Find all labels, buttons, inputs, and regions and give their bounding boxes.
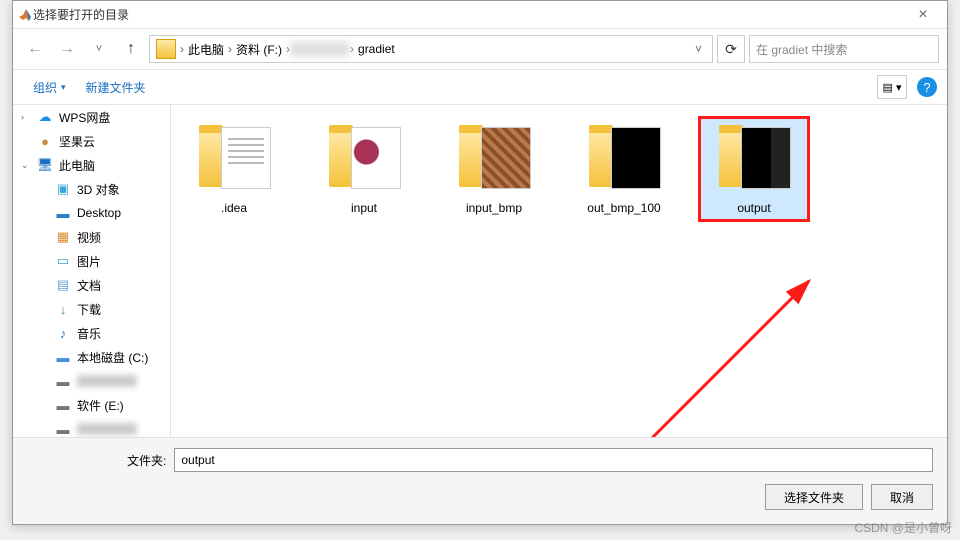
search-placeholder: 在 gradiet 中搜索 — [756, 41, 847, 58]
folder-label: input_bmp — [466, 201, 522, 215]
expand-icon: ⌄ — [21, 160, 31, 171]
folder-icon — [715, 123, 793, 195]
tree-icon: 🖥 — [37, 157, 53, 173]
annotation-arrow — [629, 261, 829, 437]
cancel-button[interactable]: 取消 — [871, 484, 933, 510]
sidebar-item-3[interactable]: ▣ 3D 对象 — [13, 177, 170, 201]
tree-icon: ☁ — [37, 109, 53, 125]
sidebar-item-8[interactable]: ↓ 下载 — [13, 297, 170, 321]
organize-button[interactable]: 组织 ▾ — [23, 75, 76, 100]
path-seg-blurred[interactable]: xxxxxx — [290, 42, 350, 56]
tree-label: 音乐 — [77, 325, 101, 342]
tree-label: WPS网盘 — [59, 109, 110, 126]
sidebar-item-0[interactable]: › ☁ WPS网盘 — [13, 105, 170, 129]
nav-row: ← → ˅ ↑ › 此电脑 › 资料 (F:) › xxxxxx › gradi… — [13, 29, 947, 69]
tree-icon: ↓ — [55, 301, 71, 317]
tree-label: 坚果云 — [59, 133, 95, 150]
folder-content[interactable]: .idea input input_bmp out_bmp_100 output — [171, 105, 947, 437]
dialog-title: 选择要打开的目录 — [33, 6, 903, 23]
tree-label — [77, 423, 137, 435]
sidebar-item-7[interactable]: ▤ 文档 — [13, 273, 170, 297]
folder-icon — [455, 123, 533, 195]
select-folder-button[interactable]: 选择文件夹 — [765, 484, 863, 510]
tree-label: 图片 — [77, 253, 101, 270]
tree-label: 软件 (E:) — [77, 397, 124, 414]
sidebar-item-1[interactable]: ● 坚果云 — [13, 129, 170, 153]
sidebar-item-6[interactable]: ▭ 图片 — [13, 249, 170, 273]
folder-icon — [195, 123, 273, 195]
tree-icon: ▣ — [55, 181, 71, 197]
sidebar-item-10[interactable]: ▬ 本地磁盘 (C:) — [13, 345, 170, 369]
sidebar-item-11[interactable]: ▬ — [13, 369, 170, 393]
path-seg-current[interactable]: gradiet — [354, 42, 399, 56]
folder-icon — [585, 123, 663, 195]
tree-label: 3D 对象 — [77, 181, 120, 198]
refresh-button[interactable]: ⟳ — [717, 35, 745, 63]
tree-label — [77, 375, 137, 387]
folder-name-input[interactable] — [174, 448, 933, 472]
folder-label: input — [351, 201, 377, 215]
dialog-footer: 文件夹: 选择文件夹 取消 — [13, 437, 947, 524]
search-input[interactable]: 在 gradiet 中搜索 — [749, 35, 939, 63]
tree-icon: ▬ — [55, 397, 71, 413]
folder-input[interactable]: input — [309, 117, 419, 221]
tree-icon: ▦ — [55, 229, 71, 245]
sidebar-item-9[interactable]: ♪ 音乐 — [13, 321, 170, 345]
toolbar: 组织 ▾ 新建文件夹 ▤ ▾ ? — [13, 69, 947, 105]
expand-icon: › — [21, 112, 31, 122]
view-button[interactable]: ▤ ▾ — [877, 75, 907, 99]
sidebar-item-12[interactable]: ▬ 软件 (E:) — [13, 393, 170, 417]
tree-icon: ● — [37, 133, 53, 149]
sidebar-item-2[interactable]: ⌄ 🖥 此电脑 — [13, 153, 170, 177]
folder-label: out_bmp_100 — [587, 201, 660, 215]
tree-icon: ▭ — [55, 253, 71, 269]
sidebar[interactable]: › ☁ WPS网盘 ● 坚果云 ⌄ 🖥 此电脑 ▣ 3D 对象 ▬ Desktop ▦ 视频 ▭ 图片 ▤ 文档 ↓… — [13, 105, 171, 437]
folder-icon — [156, 39, 176, 59]
sidebar-item-5[interactable]: ▦ 视频 — [13, 225, 170, 249]
tree-icon: ▤ — [55, 277, 71, 293]
sidebar-item-13[interactable]: ▬ — [13, 417, 170, 437]
forward-button[interactable]: → — [53, 35, 81, 63]
close-button[interactable]: × — [903, 6, 943, 24]
up-button[interactable]: ↑ — [117, 35, 145, 63]
tree-icon: ▬ — [55, 421, 71, 437]
path-dropdown[interactable]: ˅ — [687, 42, 710, 56]
tree-icon: ▬ — [55, 349, 71, 365]
tree-icon: ▬ — [55, 205, 71, 221]
folder-output[interactable]: output — [699, 117, 809, 221]
folder-name-label: 文件夹: — [127, 452, 166, 469]
help-button[interactable]: ? — [917, 77, 937, 97]
folder-label: .idea — [221, 201, 247, 215]
watermark: CSDN @是小曾呀 — [854, 519, 952, 536]
new-folder-button[interactable]: 新建文件夹 — [76, 75, 156, 100]
titlebar: 选择要打开的目录 × — [13, 1, 947, 29]
folder-out_bmp_100[interactable]: out_bmp_100 — [569, 117, 679, 221]
tree-label: 本地磁盘 (C:) — [77, 349, 148, 366]
dialog-body: › ☁ WPS网盘 ● 坚果云 ⌄ 🖥 此电脑 ▣ 3D 对象 ▬ Desktop ▦ 视频 ▭ 图片 ▤ 文档 ↓… — [13, 105, 947, 437]
folder-.idea[interactable]: .idea — [179, 117, 289, 221]
folder-label: output — [737, 201, 770, 215]
matlab-logo-icon — [17, 7, 33, 23]
folder-icon — [325, 123, 403, 195]
path-seg-drive[interactable]: 资料 (F:) — [232, 41, 286, 58]
folder-input_bmp[interactable]: input_bmp — [439, 117, 549, 221]
tree-label: 视频 — [77, 229, 101, 246]
tree-label: 下载 — [77, 301, 101, 318]
folder-select-dialog: 选择要打开的目录 × ← → ˅ ↑ › 此电脑 › 资料 (F:) › xxx… — [12, 0, 948, 525]
tree-icon: ▬ — [55, 373, 71, 389]
back-button[interactable]: ← — [21, 35, 49, 63]
tree-icon: ♪ — [55, 325, 71, 341]
sidebar-item-4[interactable]: ▬ Desktop — [13, 201, 170, 225]
tree-label: 此电脑 — [59, 157, 95, 174]
history-dropdown[interactable]: ˅ — [85, 35, 113, 63]
address-bar[interactable]: › 此电脑 › 资料 (F:) › xxxxxx › gradiet ˅ — [149, 35, 713, 63]
tree-label: Desktop — [77, 206, 121, 220]
tree-label: 文档 — [77, 277, 101, 294]
path-seg-pc[interactable]: 此电脑 — [184, 41, 228, 58]
